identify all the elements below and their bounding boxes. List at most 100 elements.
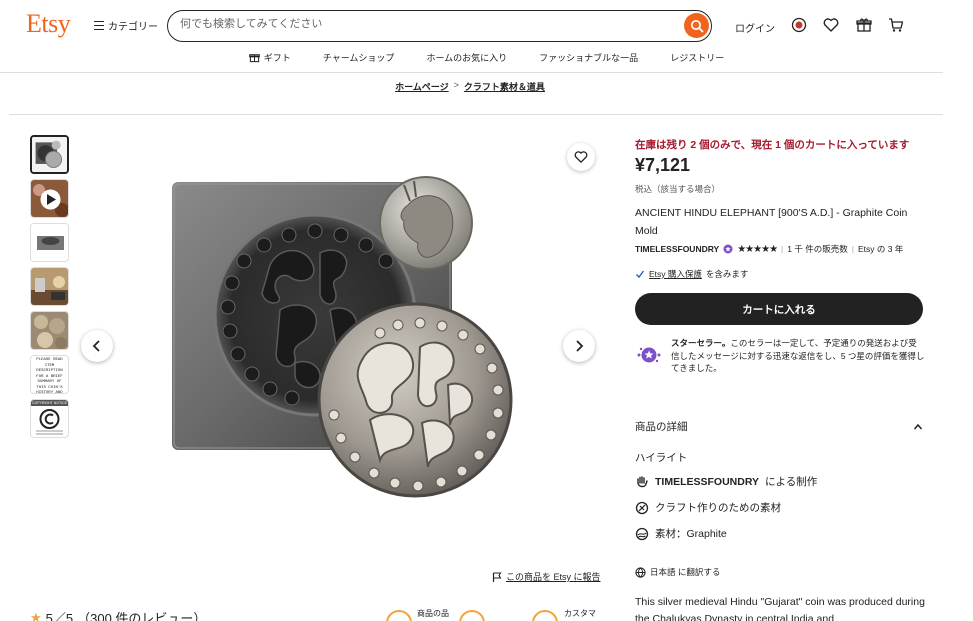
- purchase-protection: Etsy 購入保護 を含みます: [635, 268, 748, 280]
- prev-image-button[interactable]: [81, 330, 113, 362]
- chevron-right-icon: [576, 340, 584, 352]
- nav-item-fashion[interactable]: ファッショナブルな一品: [523, 50, 654, 64]
- report-item-link[interactable]: この商品を Etsy に報告: [492, 570, 601, 583]
- cart-button[interactable]: [887, 16, 905, 34]
- item-details-heading: 商品の詳細: [635, 421, 688, 433]
- add-to-cart-button[interactable]: カートに入れる: [635, 293, 923, 325]
- report-item-label: この商品を Etsy に報告: [506, 572, 601, 582]
- highlight-material: 素材：Graphite: [635, 526, 727, 541]
- divider: |: [781, 244, 784, 254]
- divider: |: [851, 244, 854, 254]
- login-link[interactable]: ログイン: [735, 20, 775, 35]
- review-count: （300 件のレビュー）: [77, 611, 207, 621]
- globe-icon: [635, 566, 646, 578]
- check-icon: [636, 270, 645, 279]
- search-button[interactable]: [684, 13, 709, 38]
- product-price: ¥7,121: [635, 155, 691, 175]
- highlights-heading: ハイライト: [635, 452, 688, 464]
- coin-mold-photo: [172, 176, 513, 498]
- nav-item-charm-shop[interactable]: チャームショップ: [307, 50, 411, 64]
- purchase-protection-suffix: を含みます: [705, 269, 749, 279]
- star-seller-info: スターセラー。このセラーは一定して、予定通りの発送および受信したメッセージに対す…: [635, 337, 925, 375]
- region-icon: [791, 17, 807, 33]
- chevron-left-icon: [92, 340, 100, 352]
- header-divider: [0, 72, 943, 73]
- categories-button[interactable]: カテゴリー: [94, 18, 158, 33]
- thumbnail-4[interactable]: [30, 267, 69, 306]
- breadcrumb-craft-supplies[interactable]: クラフト素材＆道具: [464, 80, 545, 93]
- thumbnail-7[interactable]: COPYRIGHT NOTICE: [30, 399, 69, 438]
- nav-item-registry[interactable]: レジストリー: [654, 50, 740, 64]
- review-highlight-chip-3[interactable]: [532, 610, 558, 621]
- coin-mold-thumbnail-image: [32, 137, 67, 172]
- thumbnail-5[interactable]: [30, 311, 69, 350]
- nav-item-home-favorites[interactable]: ホームのお気に入り: [410, 50, 523, 64]
- heart-icon: [823, 18, 839, 32]
- thumbnail-3[interactable]: [30, 223, 69, 262]
- maker-suffix: による制作: [765, 476, 818, 488]
- product-title: ANCIENT HINDU ELEPHANT [900'S A.D.] - Gr…: [635, 207, 908, 237]
- star-seller-text: スターセラー。このセラーは一定して、予定通りの発送および受信したメッセージに対す…: [671, 337, 925, 375]
- thumbnail-6[interactable]: PLEASE READ ITEM DESCRIPTION FOR A BRIEF…: [30, 355, 69, 394]
- shop-name-link[interactable]: TIMELESSFOUNDRY: [635, 244, 719, 254]
- review-highlight-chip-1[interactable]: [386, 610, 412, 621]
- thumbnail-video[interactable]: [30, 179, 69, 218]
- translate-button[interactable]: 日本語 に翻訳する: [635, 566, 720, 578]
- search-input[interactable]: [180, 18, 670, 30]
- breadcrumb-home[interactable]: ホームページ: [395, 80, 449, 93]
- review-highlight-chip-2[interactable]: [459, 610, 485, 621]
- craft-label: クラフト作りのための素材: [655, 502, 781, 514]
- review-highlight-label-3: カスタマ: [564, 609, 596, 618]
- material-icon: [635, 527, 649, 540]
- thumbnail-note-text: PLEASE READ ITEM DESCRIPTION FOR A BRIEF…: [36, 358, 63, 394]
- star-seller-badge-icon: [723, 244, 733, 254]
- highlight-craft: クラフト作りのための素材: [635, 500, 781, 515]
- stock-notice: 在庫は残り 2 個のみで、現在 1 個のカートに入っています: [635, 139, 910, 151]
- highlight-maker: TIMELESSFOUNDRY による制作: [635, 474, 817, 489]
- shop-rating-stars[interactable]: ★★★★★: [737, 244, 778, 255]
- etsy-logo[interactable]: Etsy: [26, 9, 71, 39]
- video-thumbnail-image: [31, 180, 68, 217]
- product-description: This silver medieval Hindu "Gujarat" coi…: [635, 596, 925, 621]
- heart-icon: [574, 151, 588, 163]
- main-product-image[interactable]: [130, 135, 600, 555]
- next-image-button[interactable]: [563, 330, 595, 362]
- years-on-etsy: Etsy の 3 年: [857, 244, 904, 254]
- menu-icon: [94, 21, 104, 30]
- shop-info: TIMELESSFOUNDRY ★★★★★ | 1 千 件の販売数 | Etsy…: [635, 243, 903, 255]
- review-highlight-label-1: 商品の品: [417, 609, 449, 618]
- region-button[interactable]: [790, 16, 808, 34]
- workspace-thumbnail-image: [31, 268, 68, 305]
- category-nav: ギフト チャームショップ ホームのお気に入り ファッショナブルな一品 レジストリ…: [0, 50, 973, 72]
- favorites-button[interactable]: [822, 16, 840, 34]
- nav-item-label: ファッショナブルな一品: [539, 52, 639, 63]
- purchase-protection-link[interactable]: Etsy 購入保護: [649, 268, 702, 280]
- thumbnail-1[interactable]: [30, 135, 69, 174]
- tax-note: 税込（該当する場合）: [635, 184, 721, 194]
- flag-icon: [492, 571, 502, 582]
- search-icon: [690, 19, 703, 32]
- site-header: Etsy カテゴリー ログイン: [0, 0, 973, 50]
- star-icon: ★: [30, 609, 42, 621]
- nav-item-label: ホームのお気に入り: [426, 52, 508, 63]
- favorite-item-button[interactable]: [567, 143, 595, 171]
- nav-item-label: レジストリー: [670, 52, 725, 63]
- material-label: 素材：Graphite: [655, 528, 727, 540]
- item-details-toggle[interactable]: 商品の詳細: [635, 419, 923, 434]
- coins-pile-thumbnail-image: [31, 312, 68, 349]
- breadcrumb: ホームページ > クラフト素材＆道具: [0, 80, 940, 93]
- nav-item-gifts[interactable]: ギフト: [233, 50, 307, 64]
- maker-shop-name[interactable]: TIMELESSFOUNDRY: [655, 476, 759, 488]
- star-seller-title: スターセラー。: [671, 338, 731, 348]
- gifts-button[interactable]: [855, 16, 873, 34]
- reviews-summary[interactable]: ★ 5／5 （300 件のレビュー）: [30, 608, 206, 621]
- star-seller-icon: [637, 347, 661, 363]
- search-bar: [167, 10, 712, 42]
- translate-label: 日本語 に翻訳する: [650, 567, 721, 577]
- cart-icon: [889, 18, 904, 32]
- craft-supplies-icon: [635, 501, 649, 514]
- breadcrumb-divider: [9, 114, 943, 115]
- review-score: 5／5: [45, 611, 74, 621]
- breadcrumb-separator: >: [453, 80, 459, 90]
- hand-icon: [637, 475, 648, 487]
